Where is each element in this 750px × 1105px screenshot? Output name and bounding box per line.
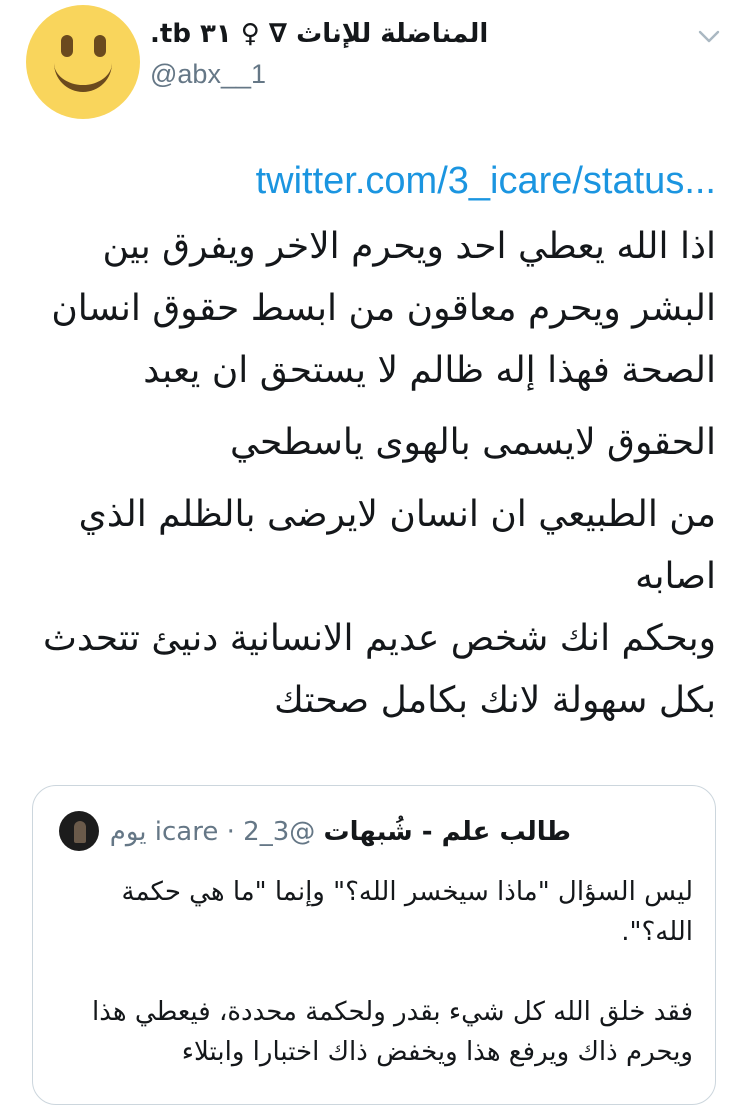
tweet-paragraph: من الطبيعي ان انسان لايرضى بالظلم الذي ا… (78, 494, 716, 597)
quoted-author-handle: @3_icare (154, 817, 316, 847)
author-handle[interactable]: @abx__1 (150, 56, 266, 92)
author-display-name[interactable]: المناضلة للإناث ∇ ♀ ٣١ tb. (150, 14, 510, 54)
avatar-mouth (54, 57, 112, 92)
quoted-tweet-header: طالب علم - شُبهات @3_icare · 2 يوم (110, 812, 571, 852)
quoted-author-name: طالب علم - شُبهات (323, 817, 571, 847)
tweet-paragraph: اذا الله يعطي احد ويحرم الاخر ويفرق بين … (51, 226, 716, 391)
quoted-tweet-card[interactable]: طالب علم - شُبهات @3_icare · 2 يوم ليس ا… (32, 785, 716, 1105)
chevron-down-icon[interactable] (695, 22, 723, 50)
separator-dot: · (226, 817, 235, 847)
quoted-paragraph: ليس السؤال "ماذا سيخسر الله؟" وإنما "ما … (121, 877, 694, 947)
avatar-left-eye (61, 35, 73, 57)
tweet-body: اذا الله يعطي احد ويحرم الاخر ويفرق بين … (26, 216, 716, 732)
tweet-paragraph: وبحكم انك شخص عديم الانسانية دنيئ تتحدث … (42, 618, 716, 721)
quoted-paragraph: فقد خلق الله كل شيء بقدر ولحكمة محددة، ف… (92, 997, 693, 1067)
tweet-paragraph: الحقوق لايسمى بالهوى ياسطحي (229, 422, 716, 463)
avatar-right-eye (94, 35, 106, 57)
tweet-header: المناضلة للإناث ∇ ♀ ٣١ tb. @abx__1 (0, 0, 750, 120)
tweet-link[interactable]: twitter.com/3_icare/status... (256, 156, 716, 206)
avatar-figure (74, 821, 86, 843)
quoted-tweet-body: ليس السؤال "ماذا سيخسر الله؟" وإنما "ما … (73, 872, 693, 1072)
quoted-author-avatar (59, 811, 99, 851)
author-avatar[interactable] (26, 5, 140, 119)
